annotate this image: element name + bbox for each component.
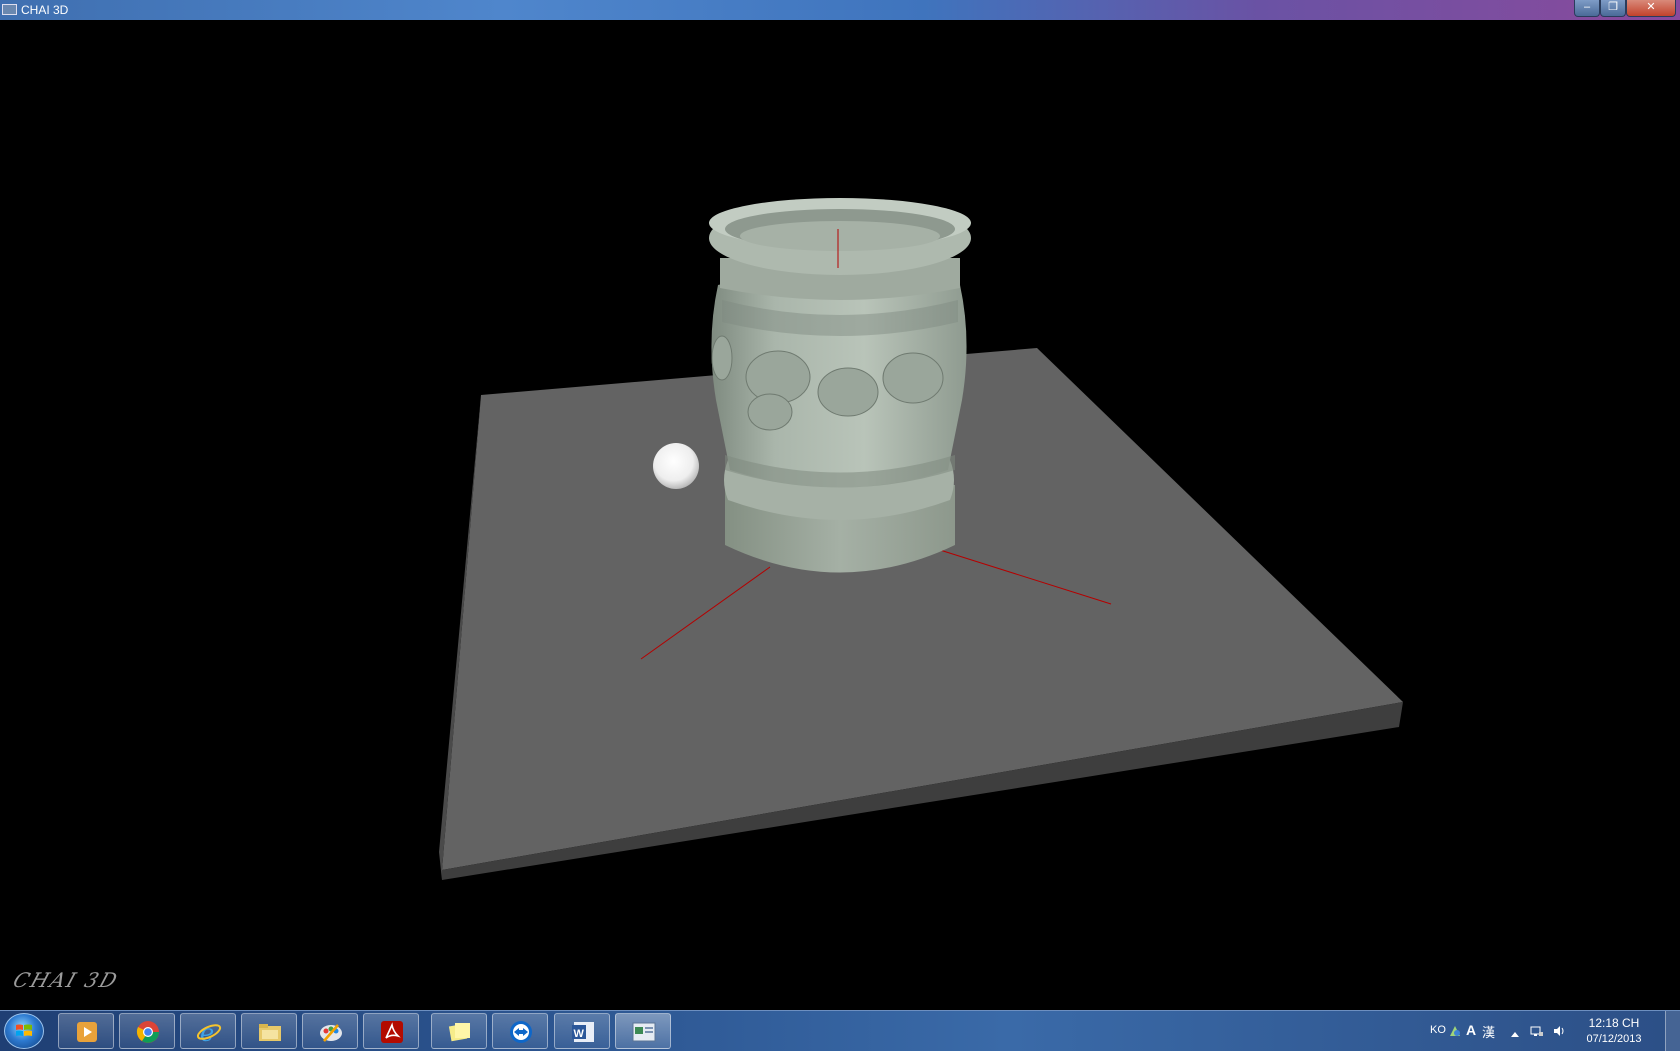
paint-icon[interactable] — [302, 1013, 358, 1049]
ime-hanja[interactable]: 漢 — [1482, 1022, 1495, 1041]
window-titlebar[interactable]: CHAI 3D – ❐ ✕ — [0, 0, 1680, 21]
chai3d-logo: CHAI 3D — [10, 968, 123, 992]
3d-scene — [439, 198, 1403, 880]
window-title: CHAI 3D — [21, 3, 69, 17]
clock-date[interactable]: 07/12/2013 — [1574, 1033, 1654, 1045]
windows-start-icon[interactable] — [4, 1013, 44, 1049]
maximize-button[interactable]: ❐ — [1600, 0, 1626, 17]
internet-explorer-icon[interactable]: e — [180, 1013, 236, 1049]
chai3d-app-icon[interactable] — [615, 1013, 671, 1049]
svg-text:W: W — [574, 1028, 585, 1040]
ime-mode-a[interactable]: A — [1466, 1022, 1476, 1038]
show-hidden-icons-icon[interactable] — [1508, 1027, 1522, 1041]
input-language-indicator[interactable]: KO — [1430, 1024, 1446, 1036]
system-tray: KO A 漢 12:18 CH 07/12/2013 — [1380, 1011, 1680, 1051]
file-explorer-icon[interactable] — [241, 1013, 297, 1049]
teamviewer-icon[interactable] — [492, 1013, 548, 1049]
acrobat-reader-icon[interactable] — [363, 1013, 419, 1049]
minimize-button[interactable]: – — [1574, 0, 1600, 17]
app-window-icon[interactable] — [2, 4, 17, 15]
close-button[interactable]: ✕ — [1626, 0, 1676, 17]
volume-icon[interactable] — [1552, 1024, 1566, 1038]
ime-settings-icon[interactable] — [1448, 1024, 1462, 1038]
media-player-icon[interactable] — [58, 1013, 114, 1049]
haptic-cursor-sphere — [653, 443, 699, 489]
sticky-notes-icon[interactable] — [431, 1013, 487, 1049]
chrome-icon[interactable] — [119, 1013, 175, 1049]
show-desktop-button[interactable] — [1665, 1011, 1680, 1051]
clock-time[interactable]: 12:18 CH — [1574, 1016, 1654, 1030]
windows-taskbar: e W KO A 漢 12:18 CH 07/12/2013 — [0, 1010, 1680, 1051]
svg-text:e: e — [200, 1019, 214, 1045]
3d-viewport[interactable]: CHAI 3D — [0, 20, 1680, 1010]
network-icon[interactable] — [1530, 1024, 1544, 1038]
word-icon[interactable]: W — [554, 1013, 610, 1049]
vase-model — [709, 198, 971, 573]
